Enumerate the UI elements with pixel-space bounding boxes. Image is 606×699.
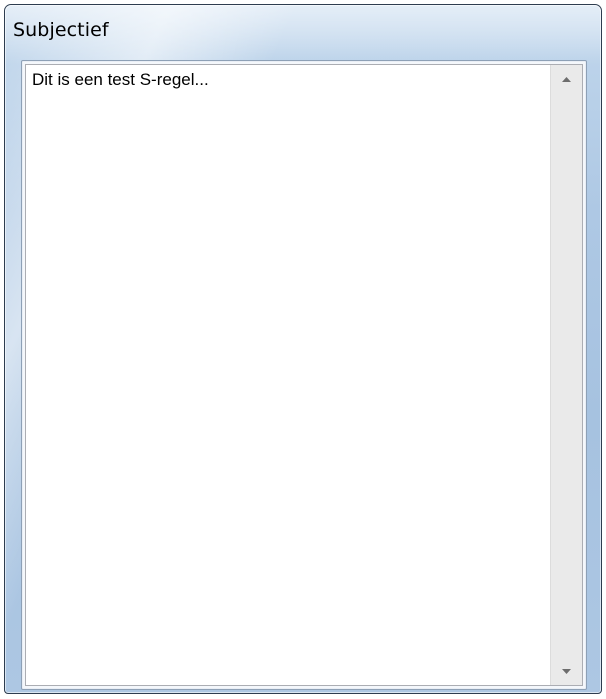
scroll-down-button[interactable] bbox=[551, 657, 582, 685]
arrow-up-icon bbox=[561, 76, 572, 83]
window-title: Subjectief bbox=[13, 19, 109, 41]
arrow-down-icon bbox=[561, 668, 572, 675]
textarea-text: Dit is een test S-regel... bbox=[32, 70, 209, 89]
subjectief-window: Subjectief Dit is een test S-regel... bbox=[4, 4, 602, 694]
vertical-scrollbar[interactable] bbox=[550, 65, 582, 685]
subjectief-textarea[interactable]: Dit is een test S-regel... bbox=[25, 64, 583, 686]
textarea-frame: Dit is een test S-regel... bbox=[21, 60, 587, 690]
scroll-up-button[interactable] bbox=[551, 65, 582, 93]
